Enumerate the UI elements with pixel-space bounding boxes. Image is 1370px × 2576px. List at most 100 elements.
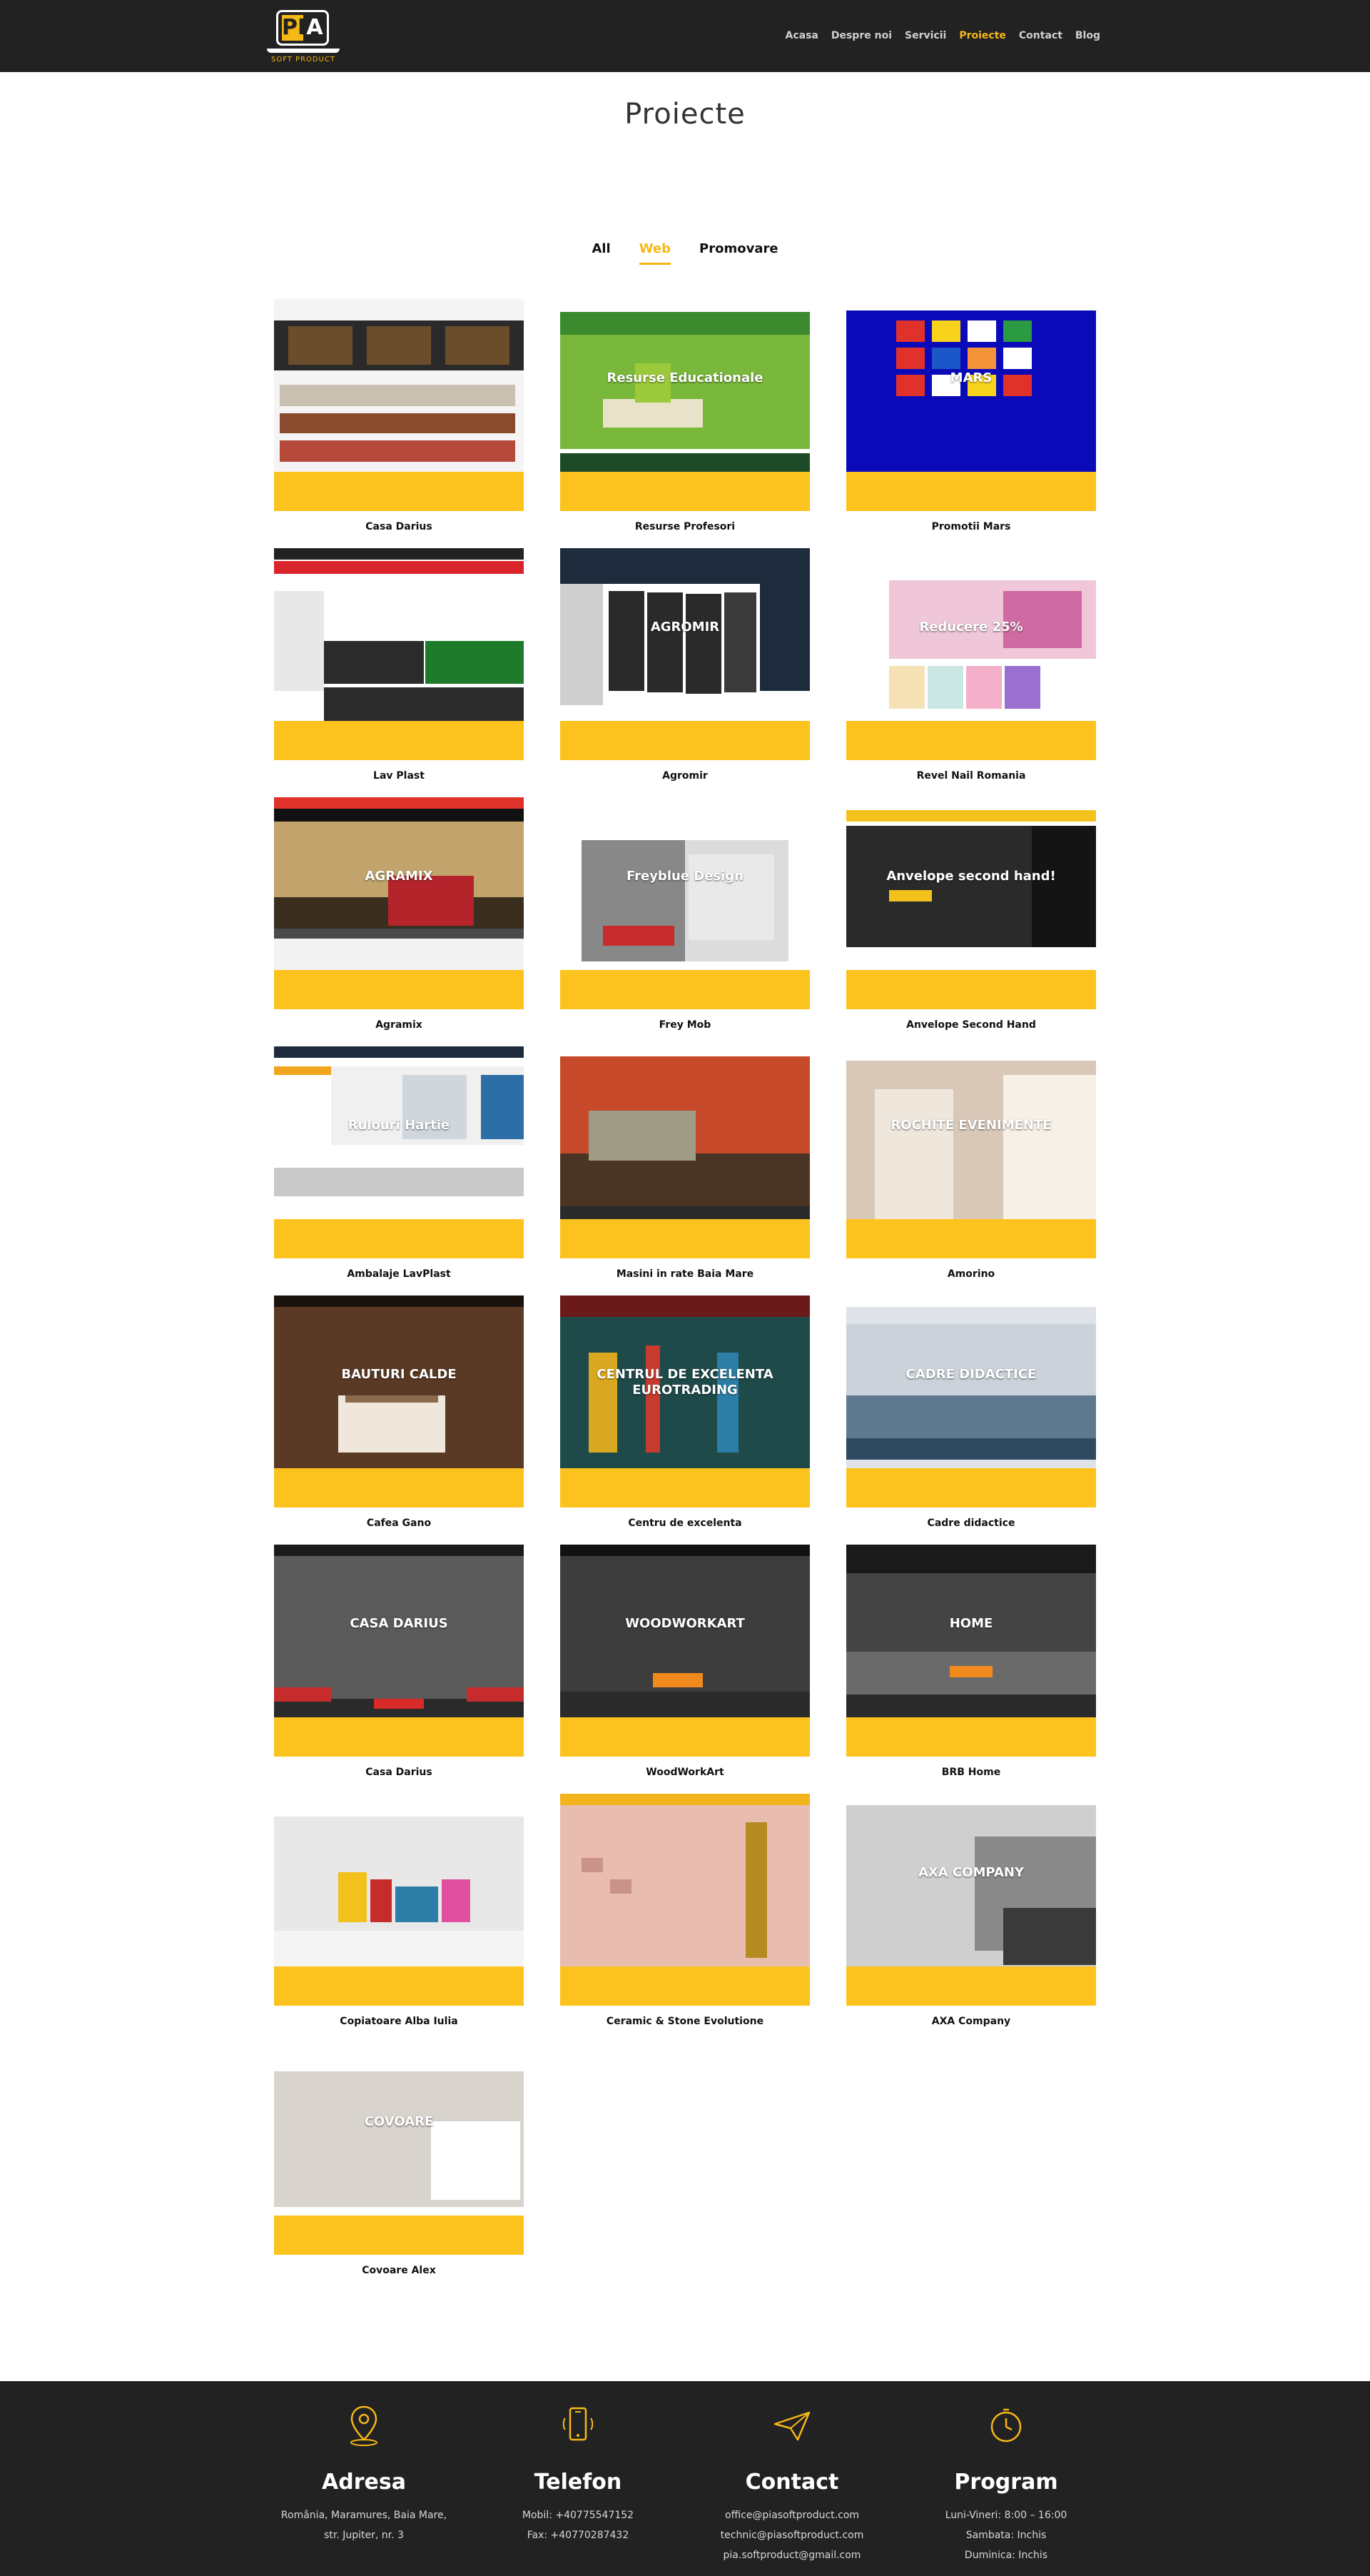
thumbnail-accent-bar xyxy=(274,1219,524,1258)
thumbnail-shape xyxy=(932,348,960,369)
project-thumbnail[interactable]: Reducere 25% xyxy=(846,548,1096,721)
project-title[interactable]: Resurse Profesori xyxy=(560,520,810,534)
project-card[interactable]: MARS Promotii Mars xyxy=(846,299,1096,548)
footer-phone: Telefon Mobil: +40775547152 Fax: +407702… xyxy=(471,2381,685,2545)
thumbnail-shape xyxy=(560,1545,810,1556)
project-thumbnail[interactable] xyxy=(274,1794,524,1966)
thumbnail-accent-bar xyxy=(274,2216,524,2255)
thumbnail-accent-bar xyxy=(560,1468,810,1507)
project-card[interactable]: Ceramic & Stone Evolutione xyxy=(560,1794,810,2043)
thumbnail-shape xyxy=(928,666,963,709)
footer-email-link[interactable]: office@piasoftproduct.com xyxy=(685,2505,899,2525)
project-title[interactable]: Copiatoare Alba Iulia xyxy=(274,2014,524,2029)
thumbnail-shape xyxy=(647,592,683,692)
project-thumbnail[interactable]: CASA DARIUS xyxy=(274,1545,524,1717)
project-card[interactable]: WOODWORKART WoodWorkArt xyxy=(560,1545,810,1794)
project-title[interactable]: Centru de excelenta xyxy=(560,1516,810,1530)
project-title[interactable]: Ceramic & Stone Evolutione xyxy=(560,2014,810,2029)
thumbnail-accent-bar xyxy=(846,970,1096,1009)
nav-link-servicii[interactable]: Servicii xyxy=(905,29,946,43)
project-card[interactable]: AGRAMIX Agramix xyxy=(274,797,524,1046)
project-title[interactable]: Agromir xyxy=(560,769,810,783)
footer-phone-line[interactable]: Mobil: +40775547152 xyxy=(471,2505,685,2525)
filter-tab-promovare[interactable]: Promovare xyxy=(699,239,778,259)
project-thumbnail[interactable] xyxy=(560,1046,810,1219)
project-title[interactable]: Casa Darius xyxy=(274,1765,524,1779)
project-card[interactable]: Rulouri Hartie Ambalaje LavPlast xyxy=(274,1046,524,1295)
project-thumbnail[interactable]: Freyblue Design xyxy=(560,797,810,970)
thumbnail-accent-bar xyxy=(846,721,1096,760)
project-thumbnail[interactable]: Resurse Educationale xyxy=(560,299,810,472)
project-card[interactable]: Anvelope second hand! Anvelope Second Han… xyxy=(846,797,1096,1046)
project-thumbnail[interactable]: COVOARE xyxy=(274,2043,524,2216)
project-thumbnail[interactable] xyxy=(274,548,524,721)
project-card[interactable]: HOME BRB Home xyxy=(846,1545,1096,1794)
footer-email-link[interactable]: pia.softproduct@gmail.com xyxy=(685,2545,899,2565)
project-card[interactable]: CASA DARIUS Casa Darius xyxy=(274,1545,524,1794)
footer-email-link[interactable]: technic@piasoftproduct.com xyxy=(685,2525,899,2545)
site-logo[interactable]: PI A SOFT PRODUCT xyxy=(267,7,340,64)
filter-tab-all[interactable]: All xyxy=(592,239,610,259)
project-title[interactable]: Masini in rate Baia Mare xyxy=(560,1267,810,1281)
project-title[interactable]: Cafea Gano xyxy=(274,1516,524,1530)
project-thumbnail[interactable]: AGROMIR xyxy=(560,548,810,721)
project-title[interactable]: Frey Mob xyxy=(560,1018,810,1032)
project-title[interactable]: Promotii Mars xyxy=(846,520,1096,534)
thumbnail-accent-bar xyxy=(560,721,810,760)
project-thumbnail[interactable] xyxy=(560,1794,810,1966)
thumbnail-shape xyxy=(274,809,524,822)
project-card[interactable]: COVOARE Covoare Alex xyxy=(274,2043,524,2292)
project-card[interactable]: Freyblue Design Frey Mob xyxy=(560,797,810,1046)
thumbnail-accent-bar xyxy=(560,1219,810,1258)
project-thumbnail[interactable]: BAUTURI CALDE xyxy=(274,1295,524,1468)
project-title[interactable]: Covoare Alex xyxy=(274,2263,524,2278)
project-title[interactable]: AXA Company xyxy=(846,2014,1096,2029)
project-card[interactable]: CENTRUL DE EXCELENTA EUROTRADING Centru d… xyxy=(560,1295,810,1545)
project-title[interactable]: Revel Nail Romania xyxy=(846,769,1096,783)
project-title[interactable]: Ambalaje LavPlast xyxy=(274,1267,524,1281)
project-card[interactable]: Masini in rate Baia Mare xyxy=(560,1046,810,1295)
project-thumbnail[interactable] xyxy=(274,299,524,472)
project-thumbnail[interactable]: HOME xyxy=(846,1545,1096,1717)
thumbnail-accent-bar xyxy=(846,472,1096,511)
project-card[interactable]: ROCHITE EVENIMENTE Amorino xyxy=(846,1046,1096,1295)
nav-link-acasa[interactable]: Acasa xyxy=(785,29,818,43)
project-card[interactable]: Resurse Educationale Resurse Profesori xyxy=(560,299,810,548)
project-title[interactable]: Anvelope Second Hand xyxy=(846,1018,1096,1032)
project-title[interactable]: Lav Plast xyxy=(274,769,524,783)
project-thumbnail[interactable]: WOODWORKART xyxy=(560,1545,810,1717)
thumbnail-shape xyxy=(395,1886,438,1922)
project-title[interactable]: Amorino xyxy=(846,1267,1096,1281)
nav-link-contact[interactable]: Contact xyxy=(1019,29,1062,43)
project-card[interactable]: Reducere 25% Revel Nail Romania xyxy=(846,548,1096,797)
project-card[interactable]: CADRE DIDACTICE Cadre didactice xyxy=(846,1295,1096,1545)
project-thumbnail[interactable]: AGRAMIX xyxy=(274,797,524,970)
project-thumbnail[interactable]: CENTRUL DE EXCELENTA EUROTRADING xyxy=(560,1295,810,1468)
project-card[interactable]: AGROMIR Agromir xyxy=(560,548,810,797)
project-card[interactable]: Casa Darius xyxy=(274,299,524,548)
project-card[interactable]: Copiatoare Alba Iulia xyxy=(274,1794,524,2043)
site-footer: Adresa România, Maramures, Baia Mare, st… xyxy=(0,2381,1370,2576)
project-thumbnail[interactable]: Rulouri Hartie xyxy=(274,1046,524,1219)
project-title[interactable]: BRB Home xyxy=(846,1765,1096,1779)
project-card[interactable]: Lav Plast xyxy=(274,548,524,797)
thumbnail-shape xyxy=(274,1545,524,1556)
project-title[interactable]: WoodWorkArt xyxy=(560,1765,810,1779)
project-thumbnail[interactable]: CADRE DIDACTICE xyxy=(846,1295,1096,1468)
project-thumbnail[interactable]: MARS xyxy=(846,299,1096,472)
nav-link-despre-noi[interactable]: Despre noi xyxy=(831,29,892,43)
thumbnail-accent-bar xyxy=(560,970,810,1009)
project-title[interactable]: Casa Darius xyxy=(274,520,524,534)
nav-link-blog[interactable]: Blog xyxy=(1075,29,1100,43)
project-card[interactable]: BAUTURI CALDE Cafea Gano xyxy=(274,1295,524,1545)
footer-address-line: str. Jupiter, nr. 3 xyxy=(324,2530,404,2541)
thumbnail-accent-bar xyxy=(274,721,524,760)
project-title[interactable]: Cadre didactice xyxy=(846,1516,1096,1530)
nav-link-proiecte[interactable]: Proiecte xyxy=(959,29,1006,43)
filter-tab-web[interactable]: Web xyxy=(639,239,671,265)
project-thumbnail[interactable]: ROCHITE EVENIMENTE xyxy=(846,1046,1096,1219)
project-thumbnail[interactable]: Anvelope second hand! xyxy=(846,797,1096,970)
project-card[interactable]: AXA COMPANY AXA Company xyxy=(846,1794,1096,2043)
project-title[interactable]: Agramix xyxy=(274,1018,524,1032)
project-thumbnail[interactable]: AXA COMPANY xyxy=(846,1794,1096,1966)
